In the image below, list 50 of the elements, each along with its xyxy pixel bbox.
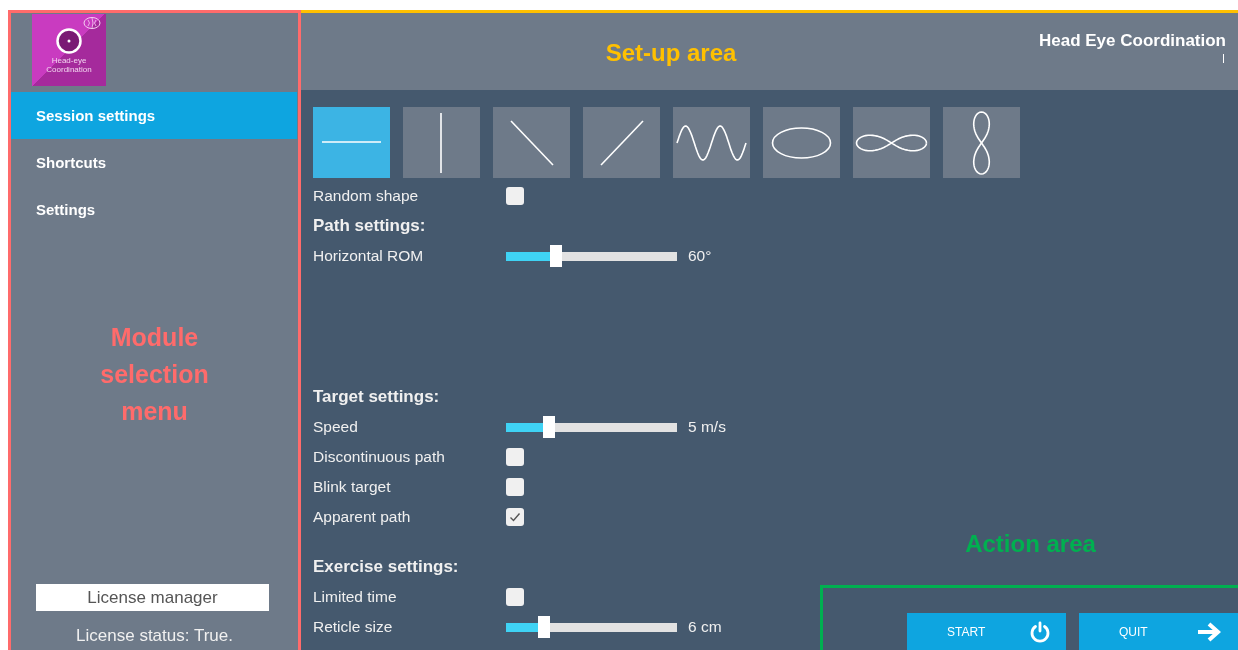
checkbox[interactable] — [506, 508, 524, 526]
slider[interactable] — [506, 416, 677, 438]
setting-label: Apparent path — [313, 508, 412, 526]
slider-thumb[interactable] — [542, 416, 555, 438]
license-manager-button[interactable]: License manager — [36, 584, 269, 611]
power-icon — [1030, 620, 1050, 643]
section-heading: Target settings: — [313, 386, 441, 408]
start-button[interactable]: START — [907, 613, 1066, 650]
path-shape-tile[interactable] — [583, 107, 660, 178]
menu-item[interactable]: Settings — [11, 186, 297, 233]
setting-label: Discontinuous path — [313, 448, 446, 466]
target-icon — [56, 28, 82, 54]
path-shape-tile[interactable] — [763, 107, 840, 178]
brain-icon — [82, 16, 102, 30]
slider-value: 60° — [688, 247, 712, 265]
checkbox[interactable] — [506, 588, 524, 606]
slider[interactable] — [506, 245, 677, 267]
path-shape-tile[interactable] — [493, 107, 570, 178]
checkbox[interactable] — [506, 478, 524, 496]
logo-caption: Head-eye Coordination — [46, 56, 92, 74]
annotation-label: Module selection menu — [99, 322, 210, 427]
slider-thumb[interactable] — [549, 245, 562, 267]
text-cursor — [1223, 54, 1224, 63]
path-shape-tile[interactable] — [673, 107, 750, 178]
setting-label: Reticle size — [313, 618, 394, 636]
path-shape-tile[interactable] — [313, 107, 390, 178]
annotation-label: Set-up area — [604, 39, 738, 67]
menu-item[interactable]: Session settings — [11, 92, 297, 139]
menu-item[interactable]: Shortcuts — [11, 139, 297, 186]
annotation-label: Action area — [964, 530, 1097, 558]
arrow-right-icon — [1196, 620, 1222, 643]
module-title: Head Eye Coordination — [1038, 31, 1226, 51]
setting-label: Random shape — [313, 187, 420, 205]
section-heading: Path settings: — [313, 215, 427, 237]
path-shape-tile[interactable] — [943, 107, 1020, 178]
slider-thumb[interactable] — [537, 616, 550, 638]
slider-value: 6 cm — [688, 618, 722, 636]
section-heading: Exercise settings: — [313, 556, 460, 578]
path-shape-tile[interactable] — [403, 107, 480, 178]
setting-label: Speed — [313, 418, 359, 436]
setting-label: Limited time — [313, 588, 398, 606]
setting-label: Horizontal ROM — [313, 247, 425, 265]
checkbox[interactable] — [506, 187, 524, 205]
checkbox[interactable] — [506, 448, 524, 466]
setting-label: Blink target — [313, 478, 392, 496]
path-shape-tile[interactable] — [853, 107, 930, 178]
slider[interactable] — [506, 616, 677, 638]
license-status: License status: True. — [75, 626, 234, 646]
quit-button[interactable]: QUIT — [1079, 613, 1238, 650]
slider-value: 5 m/s — [688, 418, 726, 436]
